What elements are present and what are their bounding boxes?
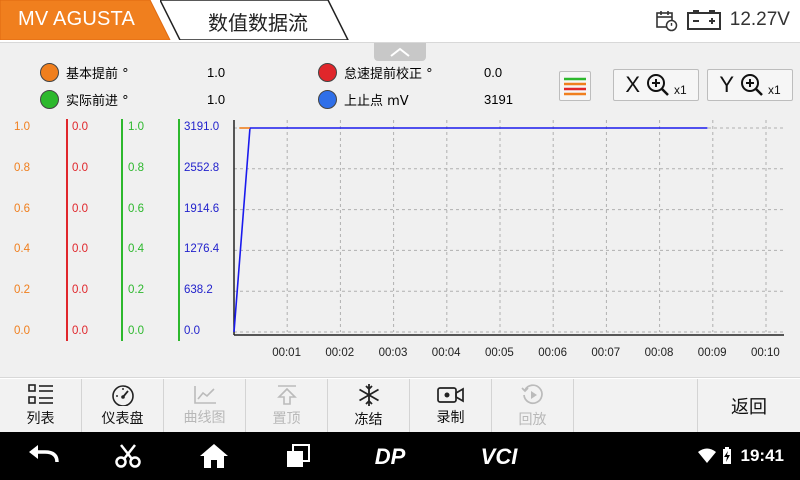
bottom-toolbar: 列表 仪表盘 曲线图 置顶 冻结 录制 回放 返回 bbox=[0, 379, 800, 432]
gauge-button-label: 仪表盘 bbox=[101, 410, 144, 427]
freeze-button[interactable]: 冻结 bbox=[328, 379, 410, 432]
list-button-label: 列表 bbox=[26, 410, 55, 427]
vci-button[interactable]: VCI bbox=[466, 432, 532, 480]
pin-top-button[interactable]: 置顶 bbox=[246, 379, 328, 432]
scissors-icon bbox=[115, 444, 141, 468]
calendar-clock-icon[interactable] bbox=[654, 8, 678, 32]
back-arrow-icon bbox=[29, 445, 59, 463]
page-title: 数值数据流 bbox=[208, 11, 308, 35]
wifi-icon bbox=[698, 448, 716, 463]
back-button[interactable]: 返回 bbox=[697, 379, 800, 432]
list-icon bbox=[27, 383, 53, 404]
playback-icon bbox=[520, 383, 543, 404]
x-tick-label: 00:04 bbox=[431, 347, 461, 359]
vci-label: VCI bbox=[481, 444, 519, 468]
nav-back-button[interactable] bbox=[24, 432, 64, 480]
system-nav-bar: DP VCI 19:41 bbox=[0, 432, 800, 480]
status-area: 12.27V bbox=[654, 6, 790, 34]
dp-button[interactable]: DP bbox=[360, 432, 420, 480]
pin-top-icon bbox=[276, 384, 297, 405]
title-tab[interactable]: 数值数据流 bbox=[160, 0, 350, 40]
freeze-button-label: 冻结 bbox=[354, 411, 383, 428]
dp-logo-icon: DP bbox=[375, 444, 406, 468]
recent-apps-button[interactable] bbox=[280, 432, 316, 480]
dp-label: DP bbox=[375, 444, 406, 468]
battery-icon bbox=[686, 10, 721, 30]
line-chart bbox=[233, 120, 784, 336]
brand-tab[interactable]: MV AGUSTA bbox=[0, 0, 172, 40]
list-button[interactable]: 列表 bbox=[0, 379, 82, 432]
line-chart-icon bbox=[193, 385, 216, 404]
x-tick-label: 00:01 bbox=[272, 347, 301, 359]
x-tick-label: 00:10 bbox=[751, 347, 780, 359]
x-tick-label: 00:02 bbox=[325, 347, 355, 359]
x-tick-label: 00:07 bbox=[591, 347, 621, 359]
x-tick-label: 00:03 bbox=[378, 347, 408, 359]
charging-battery-icon bbox=[723, 447, 731, 464]
x-tick-label: 00:05 bbox=[485, 347, 514, 359]
snowflake-icon bbox=[358, 383, 379, 406]
battery-voltage: 12.27V bbox=[729, 9, 790, 30]
line-chart-button[interactable]: 曲线图 bbox=[164, 379, 246, 432]
x-tick-label: 00:06 bbox=[538, 347, 567, 359]
record-icon bbox=[436, 386, 464, 403]
playback-button-label: 回放 bbox=[518, 411, 547, 428]
clock: 19:41 bbox=[740, 446, 784, 465]
home-icon bbox=[200, 444, 228, 468]
back-button-label: 返回 bbox=[731, 396, 767, 418]
gauge-button[interactable]: 仪表盘 bbox=[82, 379, 164, 432]
brand-label: MV AGUSTA bbox=[18, 8, 136, 30]
line-chart-button-label: 曲线图 bbox=[183, 409, 226, 426]
pin-top-button-label: 置顶 bbox=[272, 410, 301, 427]
battery-status bbox=[720, 432, 734, 480]
vci-logo-icon: VCI bbox=[481, 444, 519, 468]
record-button-label: 录制 bbox=[436, 409, 465, 426]
x-tick-label: 00:08 bbox=[644, 347, 674, 359]
top-header: MV AGUSTA 数值数据流 12.27V bbox=[0, 0, 800, 40]
playback-button[interactable]: 回放 bbox=[492, 379, 574, 432]
screenshot-button[interactable] bbox=[110, 432, 146, 480]
data-stream-panel: 基本提前 ° 1.0 实际前进 ° 1.0 怠速提前校正 ° 0.0 上止点 m… bbox=[0, 42, 800, 378]
wifi-status bbox=[696, 432, 718, 480]
record-button[interactable]: 录制 bbox=[410, 379, 492, 432]
recent-apps-icon bbox=[287, 444, 310, 467]
gauge-icon bbox=[111, 384, 134, 406]
x-tick-label: 00:09 bbox=[697, 347, 727, 359]
home-button[interactable] bbox=[196, 432, 232, 480]
series-line bbox=[233, 127, 708, 333]
